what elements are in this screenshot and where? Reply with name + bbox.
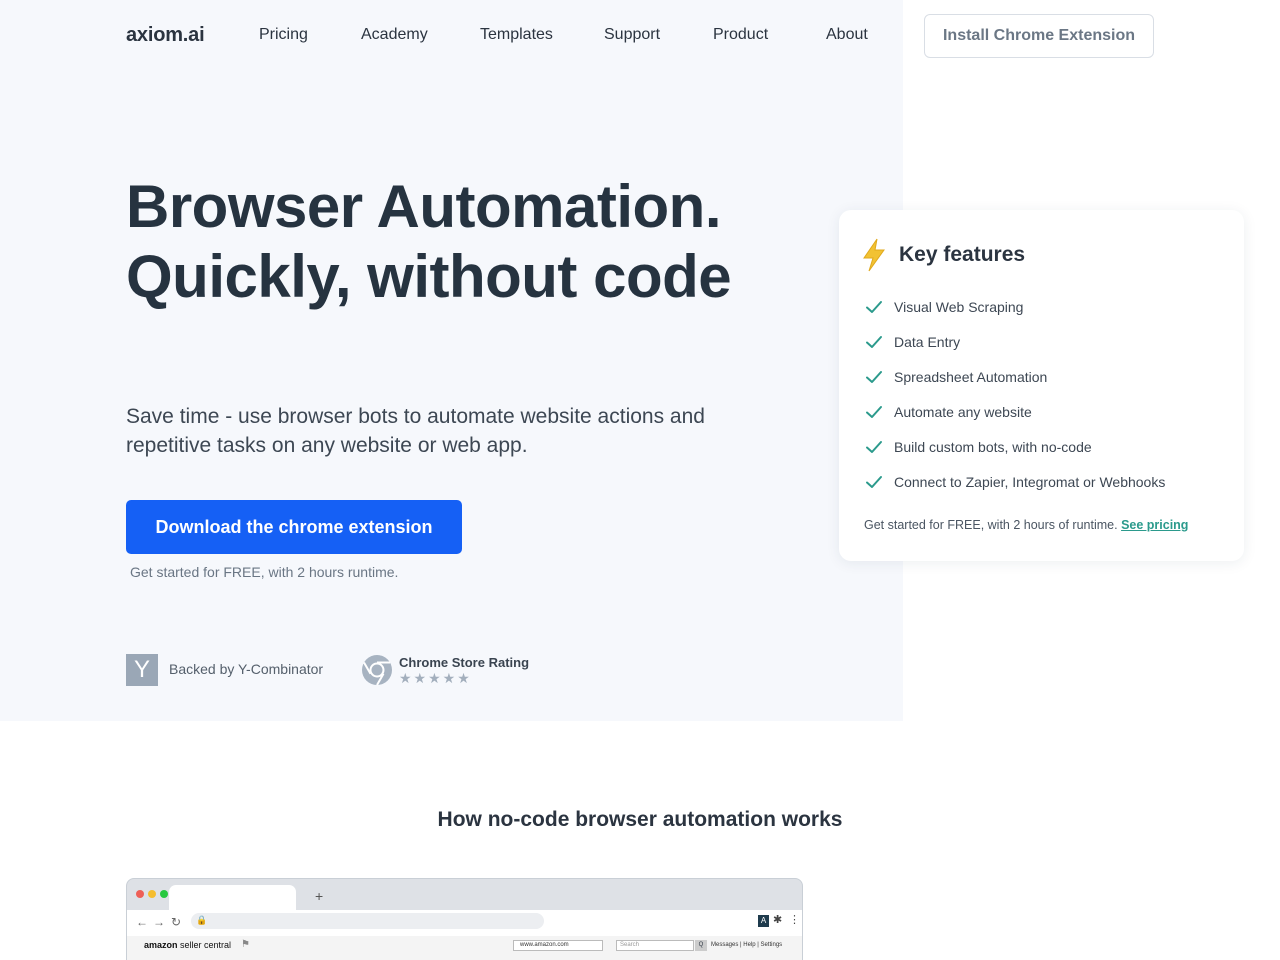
- feature-label: Build custom bots, with no-code: [894, 439, 1092, 455]
- hero-background: [0, 0, 903, 721]
- logo[interactable]: axiom.ai: [126, 24, 205, 47]
- axiom-extension-icon: A: [758, 915, 769, 927]
- feature-item: Data Entry: [865, 331, 960, 353]
- feature-item: Connect to Zapier, Integromat or Webhook…: [865, 471, 1165, 493]
- browser-screenshot-mock: + ← → ↻ 🔒 A ✱ ⋮ amazon seller central ⚑ …: [126, 878, 803, 960]
- browser-tab: [169, 885, 296, 911]
- rating-title: Chrome Store Rating: [399, 655, 530, 670]
- check-icon: [866, 476, 882, 488]
- feature-item: Visual Web Scraping: [865, 296, 1023, 318]
- ycombinator-text: Backed by Y-Combinator: [169, 661, 324, 677]
- reload-icon: ↻: [171, 915, 182, 929]
- flag-icon: ⚑: [241, 939, 250, 950]
- hero-subtitle: Save time - use browser bots to automate…: [126, 405, 705, 457]
- feature-label: Automate any website: [894, 404, 1032, 420]
- hero-title: Browser Automation. Quickly, without cod…: [126, 173, 732, 310]
- key-features-title: Key features: [899, 243, 1026, 266]
- check-icon: [866, 371, 882, 383]
- check-icon: [866, 336, 882, 348]
- more-vertical-icon: ⋮: [789, 914, 800, 926]
- marketplace-select: www.amazon.com: [513, 940, 603, 951]
- lightning-bolt-icon: [863, 238, 885, 272]
- browser-toolbar: ← → ↻ 🔒 A ✱ ⋮: [127, 910, 802, 936]
- site-search-input: Search: [616, 940, 694, 951]
- check-icon: [866, 406, 882, 418]
- see-pricing-link[interactable]: See pricing: [1121, 518, 1188, 532]
- feature-item: Spreadsheet Automation: [865, 366, 1047, 388]
- section-title: How no-code browser automation works: [437, 808, 843, 831]
- maximize-dot-icon: [160, 890, 168, 898]
- new-tab-icon: +: [315, 888, 324, 904]
- card-footer-text: Get started for FREE, with 2 hours of ru…: [864, 518, 1118, 532]
- install-extension-button[interactable]: Install Chrome Extension: [924, 14, 1154, 58]
- minimize-dot-icon: [148, 890, 156, 898]
- download-extension-button[interactable]: Download the chrome extension: [126, 500, 462, 554]
- check-icon: [866, 441, 882, 453]
- url-bar: [191, 913, 544, 929]
- rating-stars: ★★★★★: [399, 670, 472, 686]
- feature-label: Visual Web Scraping: [894, 299, 1024, 315]
- nav-link-about[interactable]: About: [826, 26, 868, 44]
- cta-note: Get started for FREE, with 2 hours runti…: [130, 564, 399, 580]
- nav-link-pricing[interactable]: Pricing: [259, 26, 308, 44]
- feature-label: Spreadsheet Automation: [894, 369, 1048, 385]
- feature-label: Data Entry: [894, 334, 961, 350]
- back-arrow-icon: ←: [136, 915, 148, 929]
- nav-link-product[interactable]: Product: [713, 26, 768, 44]
- site-header-mock: amazon seller central ⚑ www.amazon.com S…: [127, 936, 802, 960]
- nav-link-support[interactable]: Support: [604, 26, 660, 44]
- key-features-card: Key features Visual Web Scraping Data En…: [839, 210, 1244, 561]
- puzzle-icon: ✱: [773, 914, 783, 926]
- site-search-icon: Q: [695, 940, 707, 951]
- ycombinator-logo: Y: [126, 654, 158, 686]
- nav-link-templates[interactable]: Templates: [480, 26, 553, 44]
- check-icon: [866, 301, 882, 313]
- nav-link-academy[interactable]: Academy: [361, 26, 428, 44]
- feature-label: Connect to Zapier, Integromat or Webhook…: [894, 474, 1166, 490]
- feature-item: Build custom bots, with no-code: [865, 436, 1092, 458]
- forward-arrow-icon: →: [153, 915, 165, 929]
- chrome-icon: [362, 655, 392, 686]
- card-footer: Get started for FREE, with 2 hours of ru…: [864, 518, 1188, 532]
- site-header-links: Messages | Help | Settings: [711, 942, 783, 948]
- lock-icon: 🔒: [196, 915, 208, 925]
- close-dot-icon: [136, 890, 144, 898]
- feature-item: Automate any website: [865, 401, 1032, 423]
- amazon-seller-logo: amazon seller central: [144, 940, 232, 950]
